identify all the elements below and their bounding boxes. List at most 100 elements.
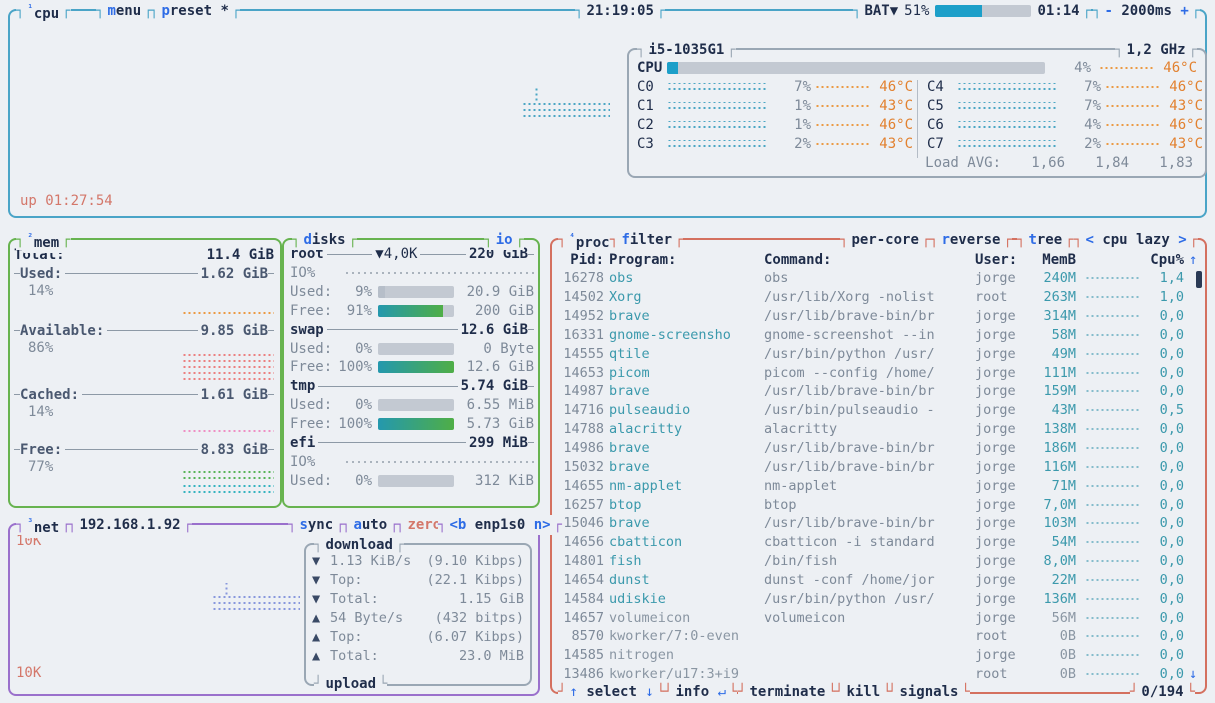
process-row[interactable]: 14986 brave/usr/lib/brave-bin/br jorge 186M… — [558, 439, 1201, 458]
process-command: cbatticon -i standard — [764, 534, 935, 551]
process-row[interactable]: 14657 volumeicon volumeicon jorge 56M 0,0 — [558, 608, 1201, 627]
process-mem: 49M — [1051, 345, 1076, 362]
process-row[interactable]: 14653 picom picom --config /home/jorge 111M… — [558, 363, 1201, 382]
column-user[interactable]: User: — [975, 252, 1025, 268]
net-stat-value: (6.07 Kibps) — [426, 628, 524, 645]
core-usage-graph — [957, 102, 1057, 111]
process-cpu: 0,0 — [1159, 534, 1184, 551]
net-box-title[interactable]: ┐ ³net ┌ — [16, 512, 71, 538]
scroll-up-icon[interactable]: ↑ — [569, 684, 577, 700]
process-program: pulseaudio — [609, 402, 691, 419]
process-command: /usr/lib/brave-bin/br — [764, 440, 935, 457]
process-mem: 71M — [1051, 477, 1076, 494]
disk-efi-io-row: IO% — [290, 452, 534, 471]
process-command: alacritty — [764, 421, 838, 438]
filter-button[interactable]: ┐ filter ┌ — [610, 230, 684, 250]
cpu-core-row: C7 2% 43°C — [927, 134, 1203, 153]
process-pid: 14555 — [563, 345, 604, 362]
select-control[interactable]: ┘ ↑ select ↓ └ — [558, 682, 666, 702]
process-row[interactable]: 16278 obs obs jorge 240M 1,4 — [558, 269, 1201, 288]
prev-interface-button[interactable]: <b — [449, 517, 466, 533]
net-stat-label: Total: — [330, 590, 379, 607]
process-row[interactable]: 16331 gnome-screensho gnome-screenshot --i… — [558, 326, 1201, 345]
tree-toggle[interactable]: ┐ tree ┌ — [1017, 230, 1074, 250]
sort-next-button[interactable]: > — [1178, 232, 1186, 248]
process-row[interactable]: 14716 pulseaudio/usr/bin/pulseaudio - jorg… — [558, 401, 1201, 420]
terminate-button[interactable]: ┘ terminate └ — [738, 682, 837, 702]
process-row[interactable]: 14585 nitrogen jorge 0B 0,0 — [558, 646, 1201, 665]
sort-mode-label: cpu lazy — [1102, 232, 1170, 248]
scrollbar-thumb[interactable] — [1196, 271, 1202, 288]
process-cpu-graph — [1085, 350, 1141, 357]
kill-button[interactable]: ┘kill└ — [835, 682, 892, 702]
process-program: brave — [609, 383, 650, 400]
sort-prev-button[interactable]: < — [1085, 232, 1093, 248]
cpu-core-row: C1 1% 43°C — [637, 96, 913, 115]
process-row[interactable]: 14502 Xorg/usr/lib/Xorg -nolist root 263M 1,… — [558, 288, 1201, 307]
disk-free-bar — [378, 304, 454, 317]
process-row[interactable]: 14555 qtile/usr/bin/python /usr/jorge 49M 0… — [558, 344, 1201, 363]
process-row[interactable]: 14654 dunst dunst -conf /home/jor jorge 22M 0… — [558, 571, 1201, 590]
process-row[interactable]: 13486 kworker/u17:3+i9 root 0B 0,0 ↓ — [558, 665, 1201, 684]
process-command: nm-applet — [764, 477, 838, 494]
download-arrow-icon: ▼ — [312, 590, 321, 607]
process-row[interactable]: 8570 kworker/7:0-even root 0B 0,0 — [558, 627, 1201, 646]
interval-increase-button[interactable]: + — [1180, 3, 1188, 19]
scroll-down-icon[interactable]: ↓ — [645, 684, 653, 700]
process-row[interactable]: 14788 alacritty alacritty jorge 138M 0,0 — [558, 420, 1201, 439]
process-row[interactable]: 14656 cbatticon cbatticon -i standard jorge… — [558, 533, 1201, 552]
process-row[interactable]: 16257 btop btop jorge 7,0M 0,0 — [558, 495, 1201, 514]
preset-button[interactable]: ┐ preset * ┌ — [150, 1, 241, 21]
download-label: ┐ download ┌ — [314, 535, 405, 555]
process-cpu-graph-cell — [1081, 331, 1141, 338]
menu-button[interactable]: ┐ menu ┌ — [96, 1, 153, 21]
reverse-toggle[interactable]: ┐ reverse ┌ — [930, 230, 1012, 250]
process-row[interactable]: 14655 nm-applet nm-applet jorge 71M 0,0 — [558, 476, 1201, 495]
column-program[interactable]: Program: — [609, 252, 759, 268]
cpu-total-label: CPU — [637, 59, 663, 76]
disks-io-toggle[interactable]: ┐ io ┌ — [484, 230, 524, 250]
core-usage-graph — [667, 83, 767, 92]
process-row[interactable]: 14801 fish/bin/fish jorge 8,0M 0,0 — [558, 552, 1201, 571]
interval-decrease-button[interactable]: - — [1104, 3, 1112, 19]
sort-direction-icon[interactable]: ↑ — [1189, 252, 1201, 268]
cpu-total-temp: 46°C — [1163, 59, 1197, 76]
process-command: /usr/bin/pulseaudio - — [764, 402, 935, 419]
mem-available-row: Available: 9.85 GiB — [14, 321, 274, 340]
process-row[interactable]: 15032 brave/usr/lib/brave-bin/br jorge 116M… — [558, 457, 1201, 476]
process-row[interactable]: 15046 brave/usr/lib/brave-bin/br jorge 103M… — [558, 514, 1201, 533]
process-row[interactable]: 14952 brave/usr/lib/brave-bin/br jorge 314M… — [558, 307, 1201, 326]
process-command: volumeicon — [764, 609, 846, 626]
core-usage-percent: 1% — [794, 116, 811, 133]
process-cpu: 0,5 — [1159, 402, 1184, 419]
process-row[interactable]: 14987 brave/usr/lib/brave-bin/br jorge 159M… — [558, 382, 1201, 401]
process-command: picom --config /home/ — [764, 364, 935, 381]
sort-selector[interactable]: ┐ < cpu lazy > ┌ — [1074, 230, 1199, 250]
net-sync-toggle[interactable]: ┐ sync ┌ — [288, 515, 345, 535]
disks-box-title[interactable]: ┐ disks ┌ — [292, 230, 358, 250]
next-interface-button[interactable]: n> — [534, 517, 551, 533]
cpu-detail-box: ┐ i5-1035G1 ┌ ┐ 1,2 GHz ┌ CPU 4% 46°C C0 7% 46… — [627, 40, 1207, 178]
net-interface-selector[interactable]: ┐ <b enp1s0 n> ┌ — [438, 515, 563, 535]
process-mem: 43M — [1051, 402, 1076, 419]
info-button[interactable]: ┘ info ↵ └ — [664, 682, 738, 702]
list-scroll-down-icon: ↓ — [1189, 666, 1198, 683]
process-user: jorge — [975, 402, 1016, 419]
core-temp: 43°C — [1169, 97, 1203, 114]
process-cpu-graph — [1085, 595, 1141, 602]
cpu-core-row: C5 7% 43°C — [927, 96, 1203, 115]
process-cpu-graph-cell — [1081, 671, 1141, 678]
process-cpu: 0,0 — [1159, 628, 1184, 645]
mem-cached-graph — [182, 429, 274, 434]
net-auto-toggle[interactable]: ┐ auto ┌ — [342, 515, 399, 535]
process-cpu: 0,0 — [1159, 477, 1184, 494]
column-pid[interactable]: Pid: — [558, 252, 604, 268]
column-cpu[interactable]: Cpu% — [1146, 252, 1184, 268]
mem-box-title[interactable]: ┐ ²mem ┌ — [16, 227, 71, 253]
column-mem[interactable]: MemB — [1030, 252, 1076, 268]
cpu-box-title[interactable]: ┐ ¹cpu ┌ — [16, 0, 71, 24]
signals-button[interactable]: ┘ signals └ — [888, 682, 970, 702]
per-core-toggle[interactable]: ┐ per-core ┌ — [840, 230, 931, 250]
column-command[interactable]: Command: — [764, 252, 970, 268]
process-row[interactable]: 14584 udiskie/usr/bin/python /usr/jorge 13… — [558, 589, 1201, 608]
